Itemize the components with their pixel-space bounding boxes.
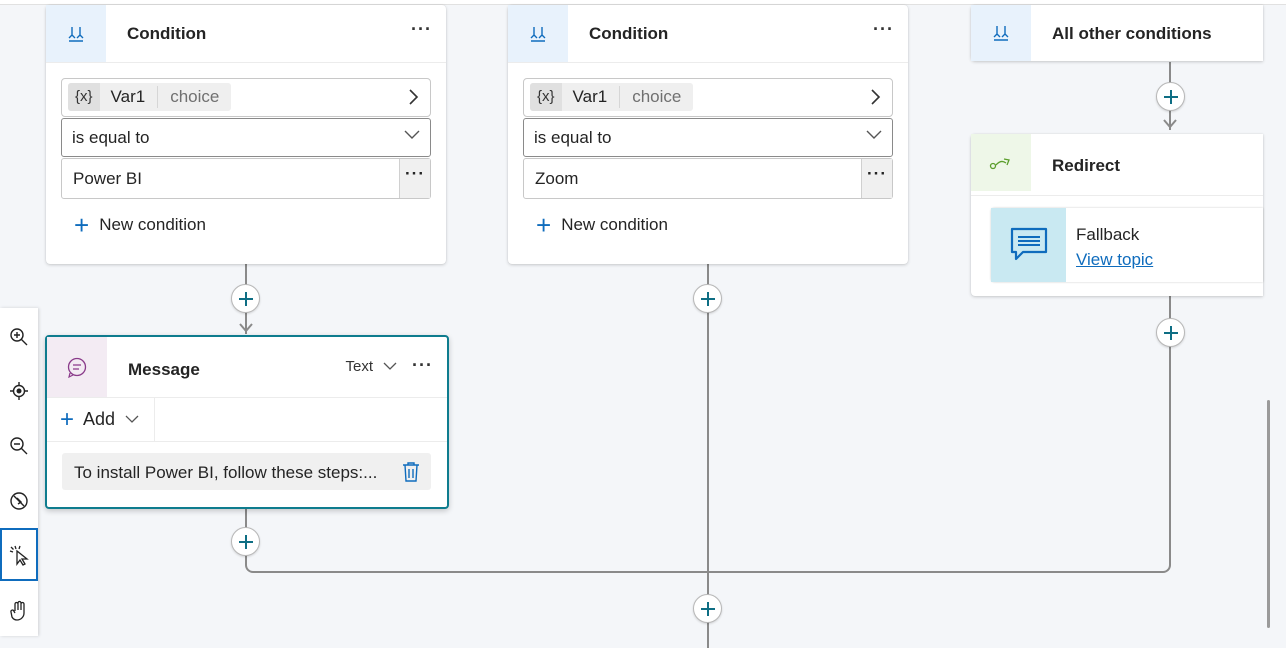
zoom-out-button[interactable] — [0, 421, 38, 471]
topic-reference[interactable]: Fallback View topic — [991, 208, 1263, 282]
zoom-in-button[interactable] — [0, 312, 38, 362]
branch-icon — [508, 5, 568, 62]
chevron-down-icon — [125, 415, 139, 423]
condition-card[interactable]: Condition ··· {x} Var1 choice is equal t… — [508, 5, 908, 264]
operator-value: is equal to — [534, 128, 612, 147]
card-title: Condition — [589, 24, 669, 43]
message-type-label: Text — [345, 358, 373, 375]
card-title: Condition — [127, 24, 207, 43]
condition-card[interactable]: Condition ··· {x} Var1 choice is equal t… — [46, 5, 446, 264]
minimap-toggle-button[interactable] — [0, 476, 38, 526]
variable-type: choice — [632, 87, 682, 106]
plus-icon — [238, 534, 253, 549]
value-text: Zoom — [535, 169, 579, 188]
new-condition-label: New condition — [99, 215, 206, 234]
more-options-button[interactable]: ··· — [412, 356, 433, 374]
zoom-out-icon — [10, 437, 28, 455]
variable-token: {x} Var1 choice — [530, 83, 694, 111]
plus-icon — [1163, 325, 1178, 340]
chat-bubble-icon — [991, 208, 1066, 282]
message-text: To install Power BI, follow these steps:… — [74, 463, 378, 482]
redirect-card[interactable]: Redirect Fallback View topic — [971, 134, 1263, 296]
topic-name: Fallback — [1076, 225, 1140, 244]
variable-token: {x} Var1 choice — [68, 83, 232, 111]
variable-icon: {x} — [530, 83, 562, 111]
pan-tool-button[interactable] — [0, 586, 38, 636]
plus-icon — [238, 291, 253, 306]
plus-icon — [700, 601, 715, 616]
add-node-button[interactable] — [693, 594, 722, 623]
add-node-button[interactable] — [693, 284, 722, 313]
select-pointer-icon — [9, 545, 29, 566]
variable-selector[interactable]: {x} Var1 choice — [523, 78, 893, 117]
view-topic-link[interactable]: View topic — [1076, 250, 1153, 270]
message-card[interactable]: Message Text ··· + Add To install Power … — [45, 335, 449, 509]
plus-icon: + — [74, 210, 90, 240]
add-node-button[interactable] — [231, 284, 260, 313]
branch-icon — [46, 5, 106, 62]
operator-dropdown[interactable]: is equal to — [523, 118, 893, 157]
value-options-button[interactable]: ··· — [399, 159, 430, 198]
add-label: Add — [83, 409, 116, 429]
variable-selector[interactable]: {x} Var1 choice — [61, 78, 431, 117]
divider — [508, 62, 908, 63]
card-title: Redirect — [1052, 156, 1121, 175]
divider — [46, 62, 446, 63]
plus-icon: + — [60, 405, 75, 433]
message-type-dropdown[interactable]: Text — [345, 358, 397, 375]
arrow-down-icon — [239, 323, 253, 333]
variable-type: choice — [170, 87, 220, 106]
add-node-button[interactable] — [1156, 318, 1185, 347]
chevron-right-icon — [871, 89, 881, 105]
new-condition-button[interactable]: + New condition — [74, 210, 206, 240]
add-node-button[interactable] — [1156, 82, 1185, 111]
variable-name: Var1 — [100, 86, 159, 108]
chevron-down-icon — [866, 130, 882, 139]
plus-icon: + — [536, 210, 552, 240]
more-options-button[interactable]: ··· — [873, 20, 894, 38]
value-input[interactable]: Power BI ··· — [61, 158, 431, 199]
card-title: All other conditions — [1052, 24, 1212, 43]
arrow-down-icon — [1163, 119, 1177, 129]
canvas-toolbar — [0, 308, 38, 636]
chat-icon — [47, 337, 107, 397]
add-button[interactable]: + Add — [47, 398, 155, 441]
variable-name: Var1 — [562, 86, 621, 108]
divider — [47, 441, 447, 442]
zoom-in-icon — [10, 328, 28, 346]
more-options-button[interactable]: ··· — [411, 20, 432, 38]
connector-line — [707, 264, 709, 648]
plus-icon — [700, 291, 715, 306]
recenter-icon — [10, 382, 28, 400]
vertical-scrollbar[interactable] — [1267, 400, 1270, 628]
variable-icon: {x} — [68, 83, 100, 111]
select-tool-button[interactable] — [0, 528, 38, 581]
recenter-button[interactable] — [0, 366, 38, 416]
delete-icon[interactable] — [401, 461, 421, 483]
operator-value: is equal to — [72, 128, 150, 147]
pan-hand-icon — [10, 600, 25, 621]
chevron-down-icon — [383, 362, 397, 370]
new-condition-button[interactable]: + New condition — [536, 210, 668, 240]
hide-minimap-icon — [10, 492, 28, 510]
new-condition-label: New condition — [561, 215, 668, 234]
merge-line — [245, 553, 1171, 573]
message-text-block[interactable]: To install Power BI, follow these steps:… — [62, 453, 431, 490]
operator-dropdown[interactable]: is equal to — [61, 118, 431, 157]
branch-icon — [971, 5, 1031, 61]
card-title: Message — [128, 360, 200, 379]
plus-icon — [1163, 89, 1178, 104]
chevron-down-icon — [404, 130, 420, 139]
value-text: Power BI — [73, 169, 142, 188]
redirect-icon — [971, 134, 1031, 191]
value-options-button[interactable]: ··· — [861, 159, 892, 198]
add-node-button[interactable] — [231, 527, 260, 556]
divider — [971, 195, 1263, 196]
chevron-right-icon — [409, 89, 419, 105]
other-conditions-card[interactable]: All other conditions — [971, 5, 1263, 61]
value-input[interactable]: Zoom ··· — [523, 158, 893, 199]
